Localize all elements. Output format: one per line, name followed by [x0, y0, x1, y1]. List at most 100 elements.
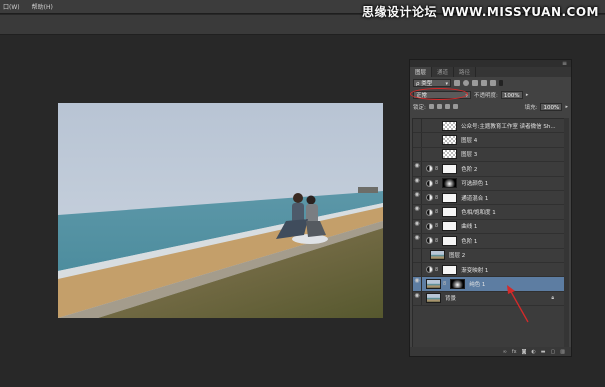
layer-row[interactable]: 图层 2	[413, 248, 564, 263]
panel-header: ≡	[410, 60, 571, 67]
layer-list-scrollbar[interactable]	[564, 118, 569, 348]
lock-position-icon[interactable]	[444, 104, 450, 109]
layer-thumbnail	[426, 293, 441, 304]
chain-link-icon[interactable]: 8	[435, 195, 438, 201]
visibility-toggle[interactable]	[413, 263, 422, 277]
filter-kind-value: ρ 类型	[416, 80, 433, 87]
filter-toggle-icon[interactable]	[499, 79, 503, 86]
layer-mask-thumbnail	[442, 207, 458, 218]
levels-adjustment-icon	[426, 165, 433, 173]
eye-icon[interactable]: ◉	[413, 162, 422, 176]
layer-name: 图层 4	[461, 138, 478, 145]
eye-icon[interactable]: ◉	[413, 205, 422, 219]
layer-mask-thumbnail	[442, 221, 458, 232]
eye-icon[interactable]: ◉	[413, 277, 422, 291]
tab-channels[interactable]: 通道	[432, 67, 455, 77]
layer-name: 纯色 1	[469, 282, 486, 289]
lock-transparent-icon[interactable]	[428, 104, 434, 109]
fx-icon[interactable]: fx	[512, 349, 517, 355]
layer-row[interactable]: ◉ 背景 🔒︎	[413, 291, 564, 307]
layer-mask-thumbnail	[442, 163, 458, 174]
eye-icon[interactable]: ◉	[413, 219, 422, 234]
lock-pixels-icon[interactable]	[436, 104, 442, 109]
menu-help[interactable]: 帮助(H)	[32, 2, 53, 11]
visibility-toggle[interactable]	[413, 248, 422, 262]
layer-name: 通道混合 1	[461, 195, 489, 202]
layer-row[interactable]: ◉ 8 色阶 2	[413, 162, 564, 177]
layer-name: 背景	[445, 296, 457, 303]
annotation-oval	[410, 88, 468, 100]
filter-kind-select[interactable]: ρ 类型 ▾	[413, 78, 451, 87]
channel-mixer-adjustment-icon	[426, 194, 433, 202]
smart-object-filter-icon[interactable]	[490, 79, 496, 86]
layer-row[interactable]: 图层 4	[413, 133, 564, 148]
chain-link-icon[interactable]: 8	[435, 166, 438, 172]
layer-row-selected[interactable]: ◉ 8 纯色 1	[413, 277, 564, 292]
eye-icon[interactable]: ◉	[413, 234, 422, 248]
layer-row[interactable]: ◉ 8 曲线 1	[413, 219, 564, 235]
layers-panel: ≡ 图层 通道 路径 ρ 类型 ▾ 正常 ▾ 不透明度: 100% ▸ 锁定:	[409, 59, 572, 357]
opacity-dropdown-icon[interactable]: ▸	[526, 92, 529, 98]
lock-all-icon[interactable]	[452, 104, 458, 109]
layer-name: 可选颜色 1	[461, 181, 489, 188]
layer-row[interactable]: 图层 3	[413, 147, 564, 163]
opacity-value: 100%	[503, 92, 520, 99]
beach-photo	[58, 103, 383, 318]
chain-link-icon[interactable]: 8	[435, 238, 438, 244]
layer-row[interactable]: 公众号:主题教育工作室 读者微信 Sh...	[413, 119, 564, 134]
layer-row[interactable]: 8 渐变映射 1	[413, 263, 564, 278]
type-filter-icon[interactable]	[472, 79, 478, 86]
layer-row[interactable]: ◉ 8 通道混合 1	[413, 191, 564, 206]
layer-mask-thumbnail	[442, 192, 458, 203]
folder-icon[interactable]: ▬	[541, 349, 546, 355]
adjustment-filter-icon[interactable]	[463, 79, 469, 86]
trash-icon[interactable]: ▥	[560, 349, 565, 355]
chain-link-icon[interactable]: 8	[435, 209, 438, 215]
eye-icon[interactable]: ◉	[413, 291, 422, 306]
layer-thumbnail	[442, 149, 457, 160]
link-icon[interactable]: ∞	[503, 349, 507, 355]
layer-list: 公众号:主题教育工作室 读者微信 Sh... 图层 4 图层 3 ◉ 8 色阶 …	[412, 118, 565, 348]
layer-mask-thumbnail	[450, 279, 466, 290]
fill-value: 100%	[543, 104, 560, 111]
watermark-text: 思缘设计论坛 WWW.MISSYUAN.COM	[361, 5, 599, 19]
fill-input[interactable]: 100%	[540, 102, 563, 111]
tab-paths[interactable]: 路径	[454, 67, 477, 77]
opacity-input[interactable]: 100%	[500, 90, 523, 99]
layer-mask-thumbnail	[442, 264, 458, 275]
adjustment-icon[interactable]: ◐	[531, 349, 535, 355]
layer-name: 公众号:主题教育工作室 读者微信 Sh...	[461, 123, 556, 130]
chain-link-icon[interactable]: 8	[435, 180, 438, 186]
shape-filter-icon[interactable]	[481, 79, 487, 86]
image-filter-icon[interactable]	[454, 79, 460, 86]
eye-icon[interactable]: ◉	[413, 176, 422, 190]
new-layer-icon[interactable]: ▢	[551, 349, 556, 355]
layer-name: 曲线 1	[461, 224, 478, 231]
layer-row[interactable]: ◉ 8 可选颜色 1	[413, 176, 564, 191]
fill-dropdown-icon[interactable]: ▸	[565, 104, 568, 110]
layer-thumbnail	[430, 250, 445, 261]
layer-thumbnail	[426, 279, 441, 290]
chain-link-icon[interactable]: 8	[435, 223, 438, 229]
eye-icon[interactable]: ◉	[413, 191, 422, 205]
chain-link-icon[interactable]: 8	[435, 267, 438, 273]
collapse-icon[interactable]: ≡	[562, 60, 567, 67]
layer-name: 图层 2	[449, 253, 466, 260]
filter-row: ρ 类型 ▾	[413, 77, 568, 88]
layer-row[interactable]: ◉ 8 色阶 1	[413, 234, 564, 249]
visibility-toggle[interactable]	[413, 119, 422, 133]
layer-thumbnail	[442, 135, 457, 146]
layer-mask-thumbnail	[442, 178, 458, 189]
selective-color-adjustment-icon	[426, 179, 433, 187]
layer-row[interactable]: ◉ 8 色相/饱和度 1	[413, 205, 564, 220]
levels-adjustment-icon	[426, 237, 433, 245]
document-canvas[interactable]	[58, 103, 383, 318]
mask-icon[interactable]: ◙	[522, 349, 527, 355]
panel-footer: ∞ fx ◙ ◐ ▬ ▢ ▥	[410, 347, 571, 356]
panel-tabs: 图层 通道 路径	[410, 67, 571, 77]
menu-window[interactable]: 口(W)	[3, 2, 20, 11]
tab-layers[interactable]: 图层	[410, 67, 433, 77]
visibility-toggle[interactable]	[413, 147, 422, 162]
chain-link-icon[interactable]: 8	[443, 281, 446, 287]
visibility-toggle[interactable]	[413, 133, 422, 147]
